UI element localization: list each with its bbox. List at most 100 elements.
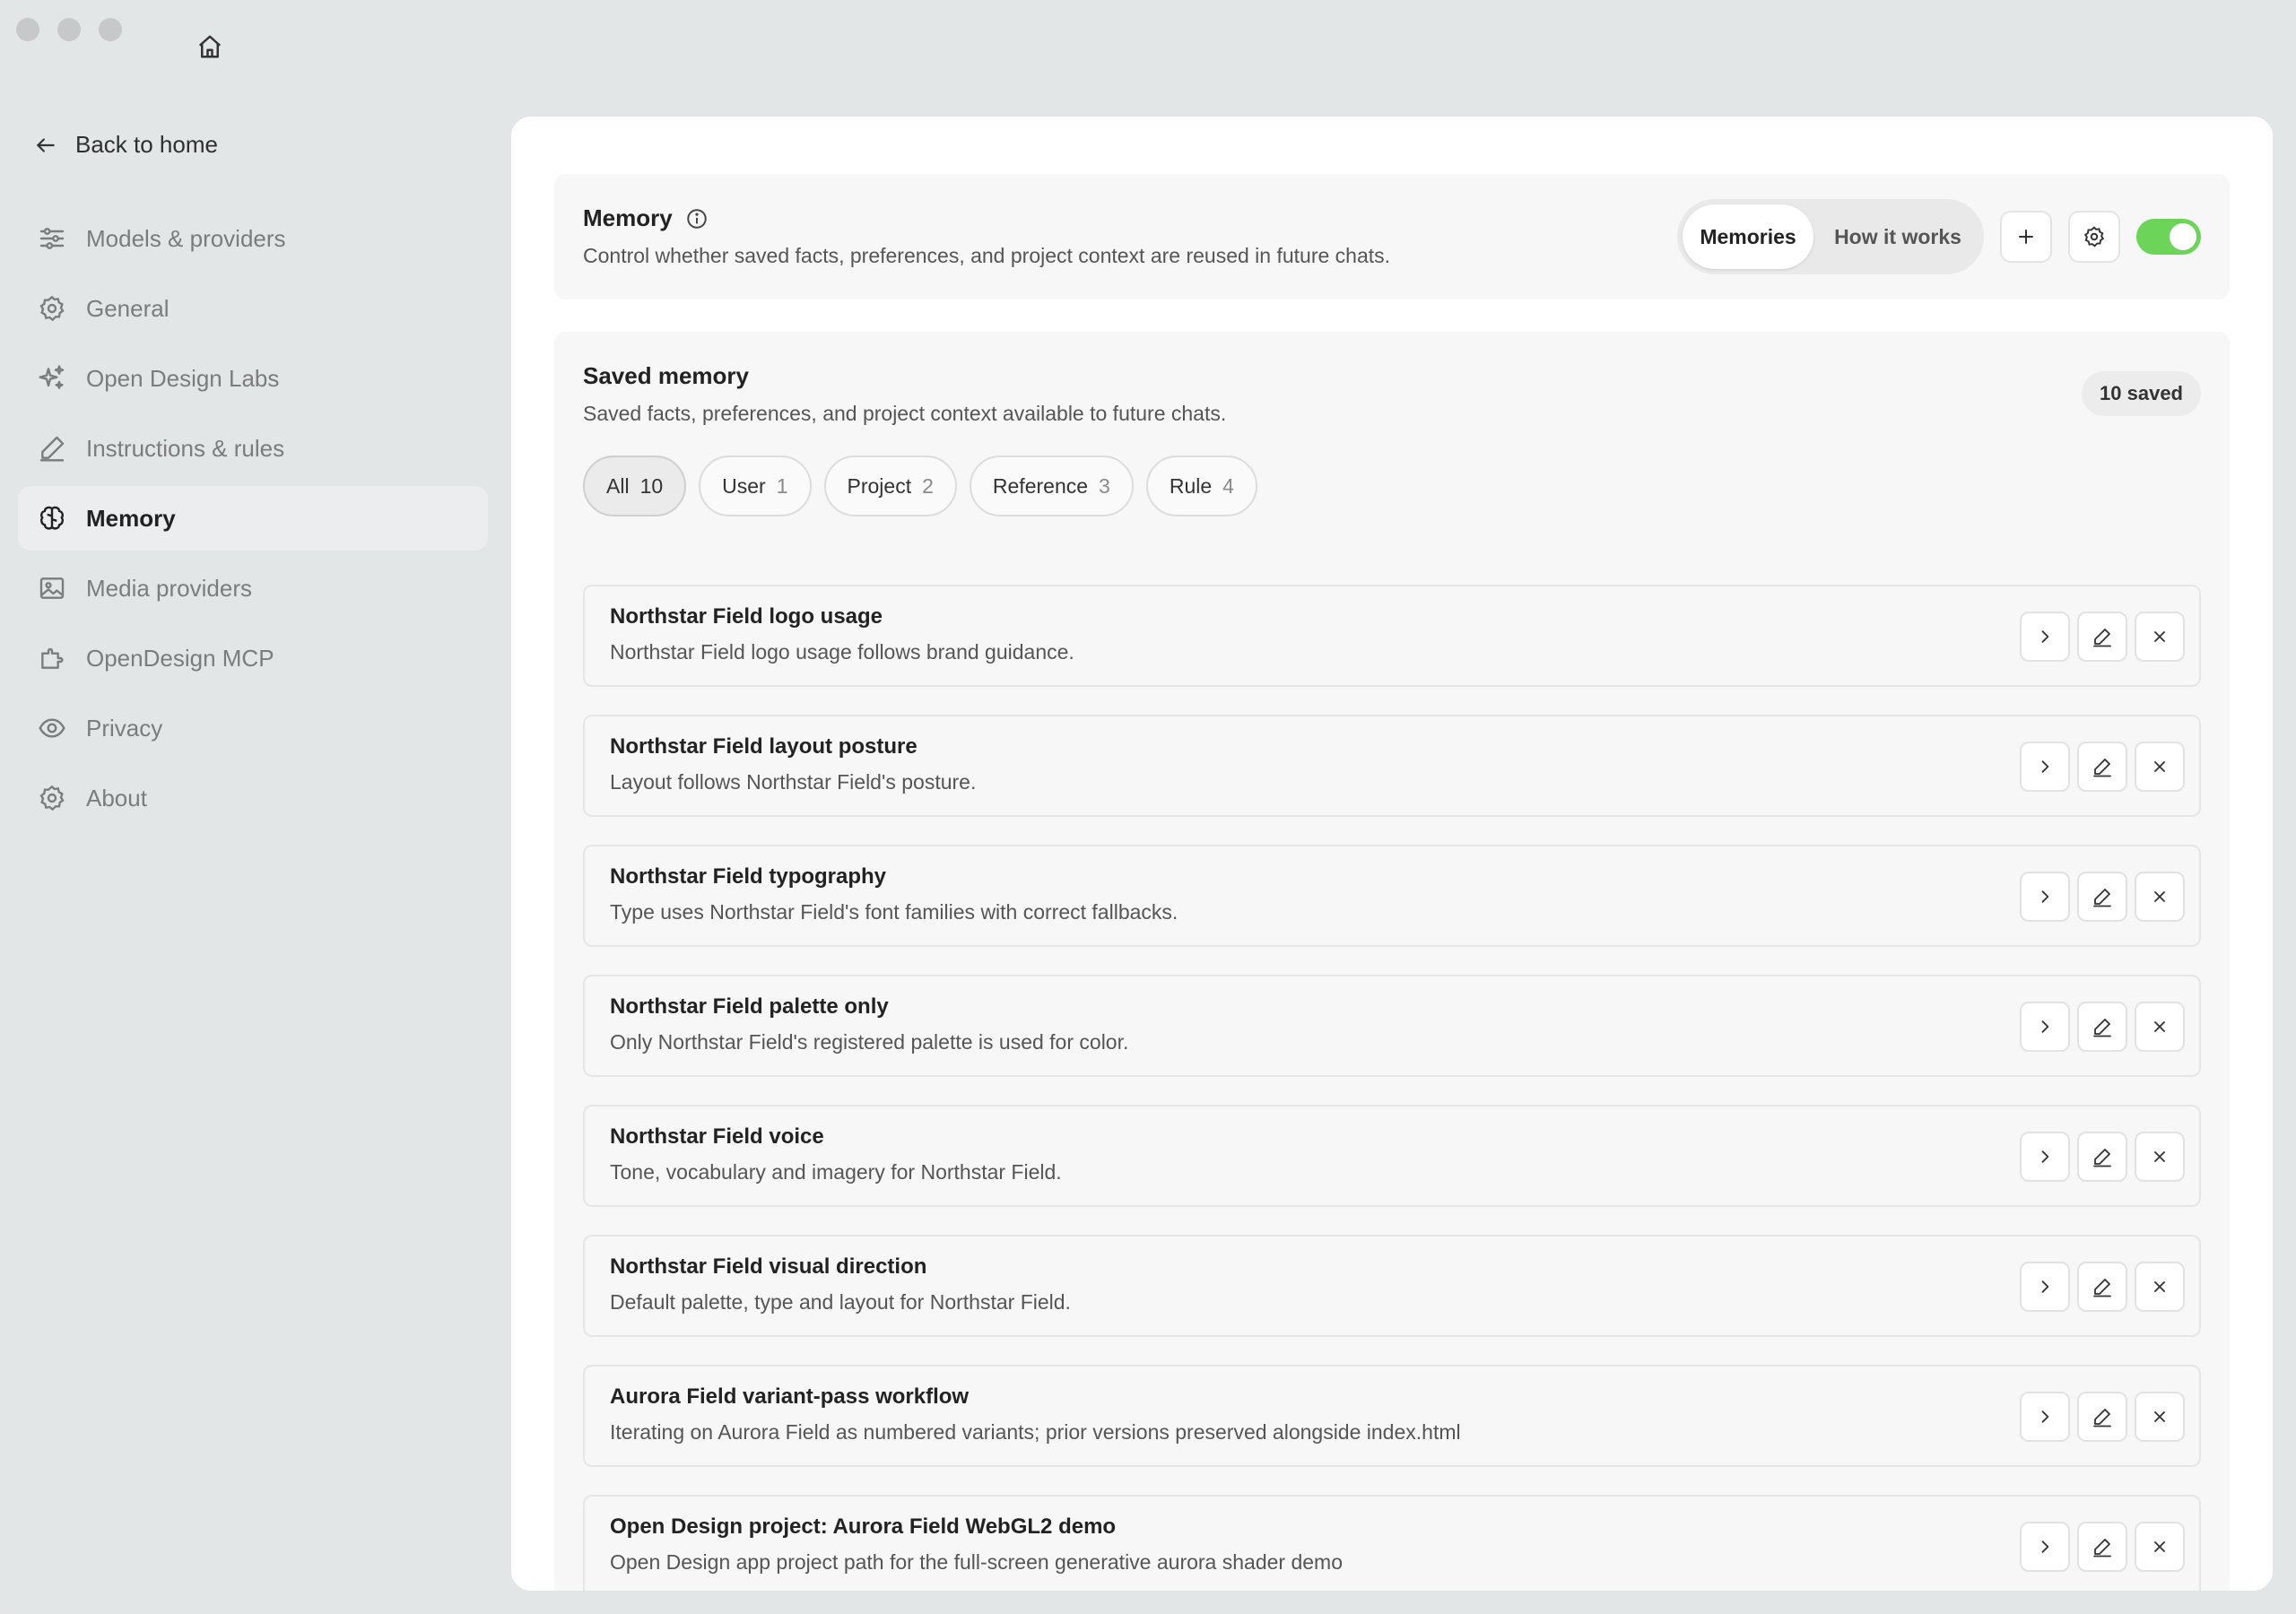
main-panel: Memory Control whether saved facts, pref… [511, 117, 2273, 1591]
pencil-icon [2093, 1149, 2111, 1167]
expand-button[interactable] [2020, 1522, 2070, 1572]
edit-button[interactable] [2077, 612, 2127, 662]
sidebar-item-label: Privacy [86, 714, 163, 742]
memory-item-title: Aurora Field variant-pass workflow [610, 1384, 970, 1409]
expand-button[interactable] [2020, 1132, 2070, 1182]
memory-settings-button[interactable] [2068, 211, 2120, 263]
filter-label: All [606, 473, 630, 498]
filter-project[interactable]: Project 2 [823, 456, 957, 516]
memory-item-description: Default palette, type and layout for Nor… [610, 1290, 1071, 1314]
edit-button[interactable] [2077, 1522, 2127, 1572]
expand-button[interactable] [2020, 1262, 2070, 1312]
expand-button[interactable] [2020, 1392, 2070, 1442]
filter-label: Rule [1169, 473, 1213, 498]
sidebar-item-general[interactable]: General [18, 276, 488, 341]
expand-button[interactable] [2020, 872, 2070, 922]
expand-button[interactable] [2020, 612, 2070, 662]
saved-count-badge: 10 saved [2082, 371, 2201, 416]
back-to-home-link[interactable]: Back to home [34, 131, 218, 159]
sidebar-item-label: Instructions & rules [86, 434, 285, 462]
close-window-button[interactable] [16, 18, 39, 41]
memory-item-title: Northstar Field voice [610, 1124, 824, 1149]
close-icon [2154, 1411, 2165, 1422]
edit-button[interactable] [2077, 1002, 2127, 1052]
filter-count: 4 [1222, 473, 1234, 498]
chevron-right-icon [2041, 760, 2049, 773]
delete-button[interactable] [2135, 1392, 2185, 1442]
gear-icon [2083, 226, 2105, 247]
memory-enabled-toggle[interactable] [2136, 219, 2201, 255]
close-icon [2154, 1281, 2165, 1292]
filter-all[interactable]: All 10 [583, 456, 687, 516]
edit-button[interactable] [2077, 1132, 2127, 1182]
sidebar-item-label: General [86, 294, 170, 322]
close-icon [2154, 891, 2165, 902]
edit-button[interactable] [2077, 872, 2127, 922]
delete-button[interactable] [2135, 872, 2185, 922]
memory-item-description: Open Design app project path for the ful… [610, 1550, 1343, 1574]
memory-item: Northstar Field palette only Only Norths… [583, 975, 2201, 1077]
close-icon [2154, 1021, 2165, 1032]
filter-label: User [722, 473, 766, 498]
delete-button[interactable] [2135, 1002, 2185, 1052]
filter-reference[interactable]: Reference 3 [969, 456, 1134, 516]
zoom-window-button[interactable] [99, 18, 122, 41]
pencil-icon [2093, 1539, 2111, 1558]
close-icon [2154, 761, 2165, 772]
edit-button[interactable] [2077, 1262, 2127, 1312]
memory-item: Northstar Field layout posture Layout fo… [583, 715, 2201, 817]
tab-how-it-works[interactable]: How it works [1817, 204, 1979, 269]
sidebar-item-label: Media providers [86, 574, 252, 602]
filter-count: 10 [639, 473, 664, 498]
minimize-window-button[interactable] [57, 18, 81, 41]
chevron-right-icon [2041, 1280, 2049, 1293]
tab-memories[interactable]: Memories [1683, 204, 1813, 269]
pen-icon [39, 436, 65, 462]
gear-icon [39, 295, 65, 322]
filter-count: 1 [776, 473, 788, 498]
memory-item: Northstar Field logo usage Northstar Fie… [583, 585, 2201, 687]
filter-rule[interactable]: Rule 4 [1145, 456, 1257, 516]
info-icon[interactable] [685, 207, 709, 230]
memory-item-title: Northstar Field logo usage [610, 604, 883, 629]
pencil-icon [2093, 889, 2111, 907]
pencil-icon [2093, 629, 2111, 647]
saved-memory-card: Saved memory Saved facts, preferences, a… [554, 332, 2230, 1591]
arrow-left-icon [36, 137, 55, 152]
brain-icon [40, 506, 64, 530]
sidebar-item-memory[interactable]: Memory [18, 486, 488, 551]
edit-button[interactable] [2077, 1392, 2127, 1442]
filter-count: 3 [1099, 473, 1110, 498]
close-icon [2154, 1151, 2165, 1162]
home-icon[interactable] [194, 30, 226, 63]
memory-item-description: Layout follows Northstar Field's posture… [610, 770, 977, 794]
filter-user[interactable]: User 1 [699, 456, 812, 516]
chevron-right-icon [2041, 890, 2049, 903]
puzzle-icon [41, 647, 64, 669]
sidebar-item-instructions-rules[interactable]: Instructions & rules [18, 416, 488, 481]
expand-button[interactable] [2020, 742, 2070, 792]
memory-item-title: Northstar Field typography [610, 864, 887, 889]
sidebar-item-media-providers[interactable]: Media providers [18, 556, 488, 620]
close-icon [2154, 1541, 2165, 1552]
sidebar-item-models-providers[interactable]: Models & providers [18, 206, 488, 271]
add-memory-button[interactable] [2000, 211, 2052, 263]
edit-button[interactable] [2077, 742, 2127, 792]
app-window: Back to home Models & providers General … [0, 0, 2296, 1614]
sidebar-item-opendesign-mcp[interactable]: OpenDesign MCP [18, 626, 488, 690]
sidebar-item-open-design-labs[interactable]: Open Design Labs [18, 346, 488, 411]
delete-button[interactable] [2135, 1262, 2185, 1312]
sidebar-item-about[interactable]: About [18, 766, 488, 830]
memory-item: Aurora Field variant-pass workflow Itera… [583, 1365, 2201, 1467]
chevron-right-icon [2041, 1020, 2049, 1033]
expand-button[interactable] [2020, 1002, 2070, 1052]
delete-button[interactable] [2135, 1522, 2185, 1572]
memory-item-description: Iterating on Aurora Field as numbered va… [610, 1420, 1461, 1444]
delete-button[interactable] [2135, 742, 2185, 792]
memory-item: Northstar Field typography Type uses Nor… [583, 845, 2201, 947]
filter-label: Project [847, 473, 912, 498]
delete-button[interactable] [2135, 1132, 2185, 1182]
back-label: Back to home [75, 131, 218, 158]
sidebar-item-privacy[interactable]: Privacy [18, 696, 488, 760]
delete-button[interactable] [2135, 612, 2185, 662]
